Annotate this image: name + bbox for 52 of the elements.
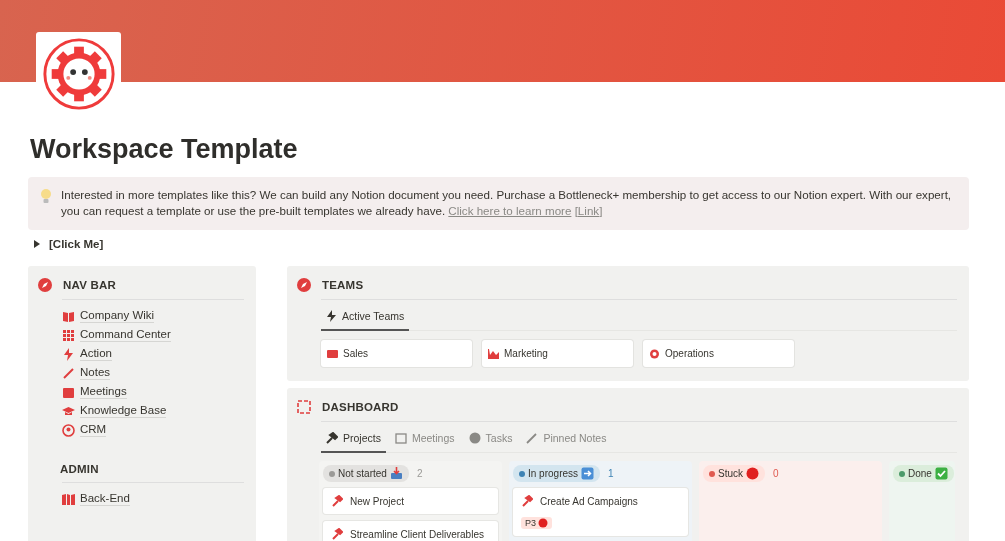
- section-title: TEAMS: [322, 279, 364, 291]
- arrow-icon: [581, 467, 595, 480]
- team-card[interactable]: Marketing: [482, 340, 633, 367]
- status-tag: Done: [893, 465, 954, 482]
- hammer-icon: [521, 495, 533, 507]
- nav-link[interactable]: Back-End: [62, 492, 130, 506]
- nav-link[interactable]: Command Center: [62, 328, 171, 342]
- priority-tag: P3: [521, 517, 552, 529]
- item-count: 2: [416, 468, 423, 479]
- hammer-icon: [331, 528, 343, 540]
- section-title: NAV BAR: [63, 279, 116, 291]
- compass-icon: [297, 278, 311, 292]
- nav-link[interactable]: Company Wiki: [62, 309, 155, 323]
- compass-icon: [38, 278, 52, 292]
- graduation-cap-icon: [62, 404, 75, 418]
- hammer-icon: [331, 495, 343, 507]
- team-card[interactable]: Sales: [321, 340, 472, 367]
- page-title: Workspace Template: [30, 134, 299, 165]
- map-icon: [62, 492, 75, 506]
- project-card[interactable]: Streamline Client Deliverables: [323, 521, 498, 541]
- frame-icon: [297, 400, 311, 414]
- view-tab[interactable]: Projects: [321, 422, 386, 453]
- status-tag: In progress: [513, 465, 601, 482]
- toggle[interactable]: [Click Me]: [34, 238, 104, 250]
- circle-icon: [538, 518, 548, 528]
- nav-link[interactable]: Knowledge Base: [62, 404, 167, 418]
- lightning-icon: [326, 310, 337, 322]
- item-count: 0: [773, 468, 779, 479]
- toggle-triangle-icon: [34, 240, 40, 248]
- chart-icon: [488, 348, 499, 359]
- callout-text: Interested in more templates like this? We can build any Notion document you need. Purchase a Bottleneck+ membership to get access to our Notion expert. With our expert, you can request a template or use the pre-built templates we already have. Click here to learn more [Link]: [61, 187, 953, 219]
- lightbulb-icon: [40, 188, 52, 204]
- status-tag: Stuck: [703, 465, 765, 482]
- circle-icon: [746, 467, 759, 480]
- project-card[interactable]: New Project: [323, 488, 498, 514]
- hammer-icon: [326, 432, 338, 444]
- view-tab[interactable]: Active Teams: [321, 300, 410, 331]
- section-title: ADMIN: [60, 463, 99, 475]
- check-icon: [934, 467, 948, 480]
- inbox-icon: [389, 467, 403, 480]
- nav-link[interactable]: Meetings: [62, 385, 127, 399]
- project-card[interactable]: Create Ad Campaigns P3: [513, 488, 688, 536]
- lightning-icon: [62, 347, 75, 361]
- nav-link[interactable]: Notes: [62, 366, 111, 380]
- book-icon: [62, 309, 75, 323]
- item-count: 1: [608, 468, 614, 479]
- nav-link[interactable]: Action: [62, 347, 112, 361]
- section-title: DASHBOARD: [322, 401, 399, 413]
- team-card[interactable]: Operations: [643, 340, 794, 367]
- grid-icon: [62, 328, 75, 342]
- status-tag: Not started: [323, 465, 409, 482]
- nav-link[interactable]: CRM: [62, 423, 107, 437]
